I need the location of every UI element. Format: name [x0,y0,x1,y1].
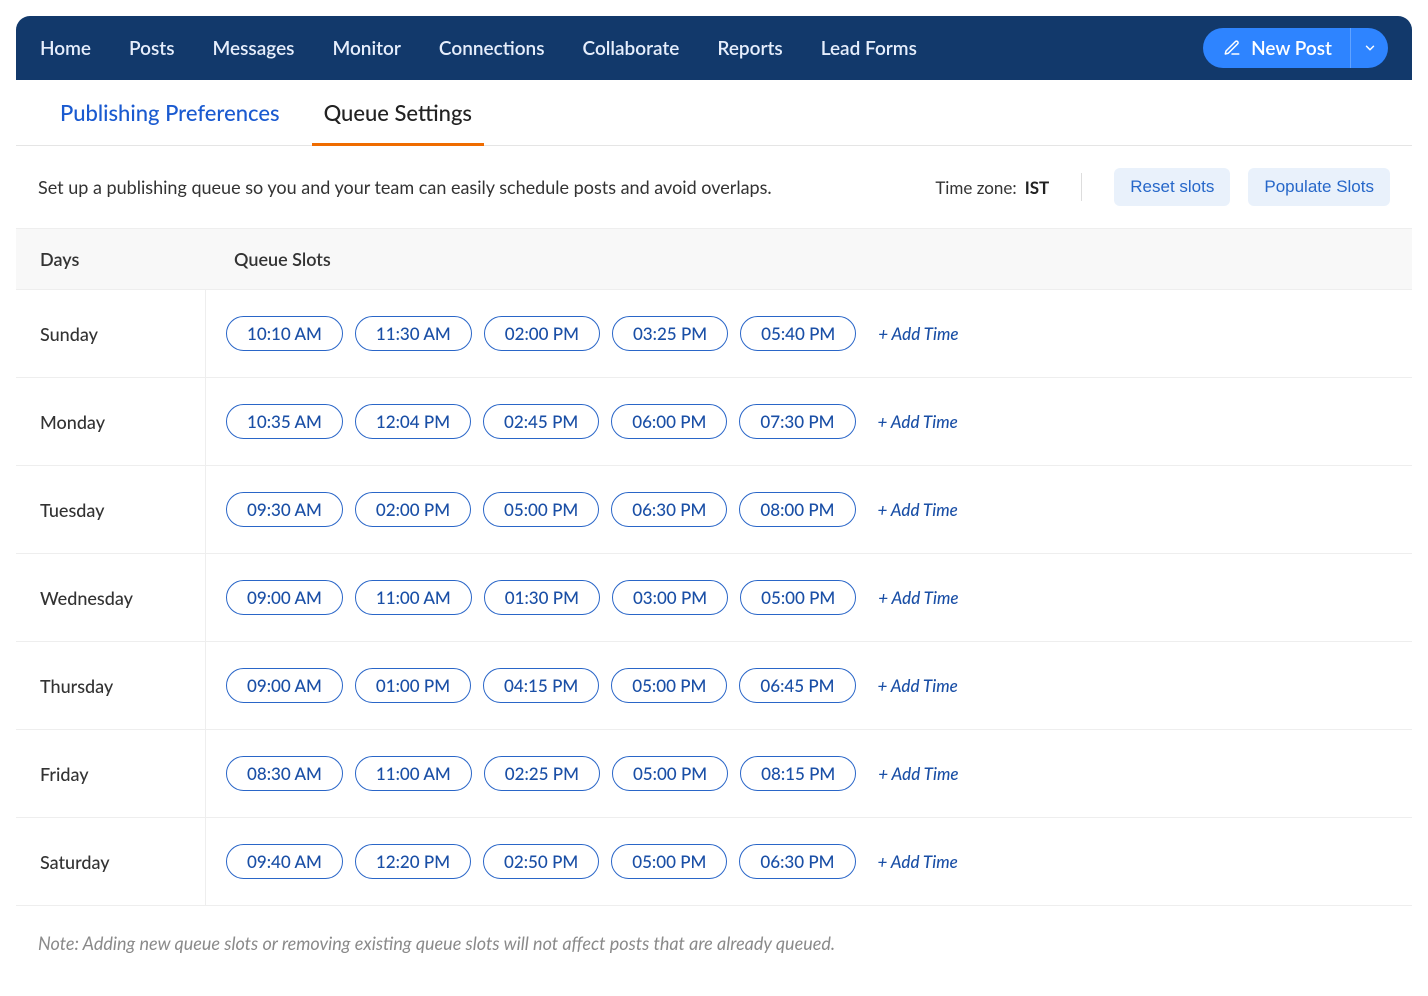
time-slot-chip[interactable]: 06:00 PM [611,404,727,439]
time-slot-chip[interactable]: 12:20 PM [355,844,471,879]
time-slot-chip[interactable]: 05:00 PM [483,492,599,527]
table-header: Days Queue Slots [16,228,1412,290]
nav-lead-forms[interactable]: Lead Forms [821,37,917,60]
nav-collaborate[interactable]: Collaborate [583,37,680,60]
time-slot-chip[interactable]: 01:30 PM [484,580,600,615]
queue-row: Sunday 10:10 AM 11:30 AM 02:00 PM 03:25 PM 05… [16,290,1412,378]
add-time-button[interactable]: + Add Time [878,851,958,872]
time-slot-chip[interactable]: 03:25 PM [612,316,728,351]
time-slot-chip[interactable]: 05:40 PM [740,316,856,351]
top-nav: Home Posts Messages Monitor Connections … [16,16,1412,80]
nav-connections[interactable]: Connections [439,37,545,60]
new-post-label: New Post [1251,37,1332,60]
time-slot-chip[interactable]: 03:00 PM [612,580,728,615]
time-slot-chip[interactable]: 08:15 PM [740,756,856,791]
time-slot-chip[interactable]: 06:45 PM [739,668,855,703]
new-post-dropdown[interactable] [1350,28,1388,68]
time-slot-chip[interactable]: 05:00 PM [612,756,728,791]
sub-tabs: Publishing Preferences Queue Settings [16,80,1412,146]
time-slot-chip[interactable]: 11:00 AM [355,756,472,791]
time-slot-chip[interactable]: 09:40 AM [226,844,343,879]
time-slot-chip[interactable]: 10:10 AM [226,316,343,351]
time-slot-chip[interactable]: 02:00 PM [484,316,600,351]
time-slot-chip[interactable]: 05:00 PM [611,844,727,879]
time-slot-chip[interactable]: 11:00 AM [355,580,472,615]
add-time-button[interactable]: + Add Time [878,675,958,696]
time-slot-chip[interactable]: 02:25 PM [484,756,600,791]
add-time-button[interactable]: + Add Time [878,323,958,344]
nav-reports[interactable]: Reports [717,37,782,60]
day-label: Monday [16,378,206,465]
add-time-button[interactable]: + Add Time [878,587,958,608]
timezone-value: IST [1025,177,1050,198]
day-label: Thursday [16,642,206,729]
day-label: Tuesday [16,466,206,553]
timezone-display: Time zone: IST [935,177,1049,198]
time-slot-chip[interactable]: 09:00 AM [226,580,343,615]
nav-monitor[interactable]: Monitor [332,37,400,60]
timezone-label: Time zone: [935,177,1016,198]
time-slot-chip[interactable]: 04:15 PM [483,668,599,703]
nav-messages[interactable]: Messages [213,37,295,60]
reset-slots-button[interactable]: Reset slots [1114,168,1230,206]
day-label: Wednesday [16,554,206,641]
add-time-button[interactable]: + Add Time [878,499,958,520]
time-slot-chip[interactable]: 07:30 PM [739,404,855,439]
slots-container: 08:30 AM 11:00 AM 02:25 PM 05:00 PM 08:15 PM… [206,756,959,791]
slots-container: 09:30 AM 02:00 PM 05:00 PM 06:30 PM 08:00 PM… [206,492,958,527]
time-slot-chip[interactable]: 01:00 PM [355,668,471,703]
slots-container: 09:00 AM 11:00 AM 01:30 PM 03:00 PM 05:00 PM… [206,580,959,615]
queue-row: Wednesday 09:00 AM 11:00 AM 01:30 PM 03:00 P… [16,554,1412,642]
queue-row: Tuesday09:30 AM02:00 PM05:00 PM06:30 PM0… [16,466,1412,554]
time-slot-chip[interactable]: 06:30 PM [611,492,727,527]
time-slot-chip[interactable]: 09:00 AM [226,668,343,703]
pencil-icon [1223,39,1241,57]
nav-home[interactable]: Home [40,37,91,60]
populate-slots-button[interactable]: Populate Slots [1248,168,1390,206]
add-time-button[interactable]: + Add Time [878,763,958,784]
day-label: Saturday [16,818,206,905]
slots-container: 09:40 AM 12:20 PM 02:50 PM 05:00 PM 06:30 PM… [206,844,958,879]
time-slot-chip[interactable]: 02:45 PM [483,404,599,439]
queue-row: Thursday 09:00 AM 01:00 PM 04:15 PM 05:00 PM… [16,642,1412,730]
time-slot-chip[interactable]: 05:00 PM [740,580,856,615]
add-time-button[interactable]: + Add Time [878,411,958,432]
day-label: Sunday [16,290,206,377]
tab-publishing-preferences[interactable]: Publishing Preferences [60,80,280,145]
time-slot-chip[interactable]: 10:35 AM [226,404,343,439]
slots-container: 09:00 AM 01:00 PM 04:15 PM 05:00 PM 06:45 PM… [206,668,958,703]
description-bar: Set up a publishing queue so you and you… [16,146,1412,228]
time-slot-chip[interactable]: 11:30 AM [355,316,472,351]
header-days: Days [16,248,206,270]
time-slot-chip[interactable]: 08:30 AM [226,756,343,791]
slots-container: 10:35 AM 12:04 PM 02:45 PM 06:00 PM 07:30 PM… [206,404,958,439]
slots-container: 10:10 AM 11:30 AM 02:00 PM 03:25 PM 05:40 PM… [206,316,959,351]
header-queue-slots: Queue Slots [206,248,331,270]
new-post-split-button: New Post [1203,28,1388,68]
chevron-down-icon [1363,41,1377,55]
day-label: Friday [16,730,206,817]
queue-rows: Sunday 10:10 AM 11:30 AM 02:00 PM 03:25 PM 05… [16,290,1412,906]
tab-queue-settings[interactable]: Queue Settings [324,80,472,145]
footer-note: Note: Adding new queue slots or removing… [16,906,1412,980]
time-slot-chip[interactable]: 09:30 AM [226,492,343,527]
queue-row: Friday08:30 AM11:00 AM02:25 PM05:00 PM08… [16,730,1412,818]
time-slot-chip[interactable]: 02:50 PM [483,844,599,879]
time-slot-chip[interactable]: 12:04 PM [355,404,471,439]
queue-row: Saturday 09:40 AM 12:20 PM 02:50 PM 05:00 PM… [16,818,1412,906]
time-slot-chip[interactable]: 02:00 PM [355,492,471,527]
description-text: Set up a publishing queue so you and you… [38,176,917,198]
time-slot-chip[interactable]: 05:00 PM [611,668,727,703]
queue-row: Monday 10:35 AM 12:04 PM 02:45 PM 06:00 PM 07… [16,378,1412,466]
nav-posts[interactable]: Posts [129,37,175,60]
divider [1081,173,1082,201]
new-post-button[interactable]: New Post [1203,28,1350,68]
time-slot-chip[interactable]: 06:30 PM [739,844,855,879]
time-slot-chip[interactable]: 08:00 PM [739,492,855,527]
